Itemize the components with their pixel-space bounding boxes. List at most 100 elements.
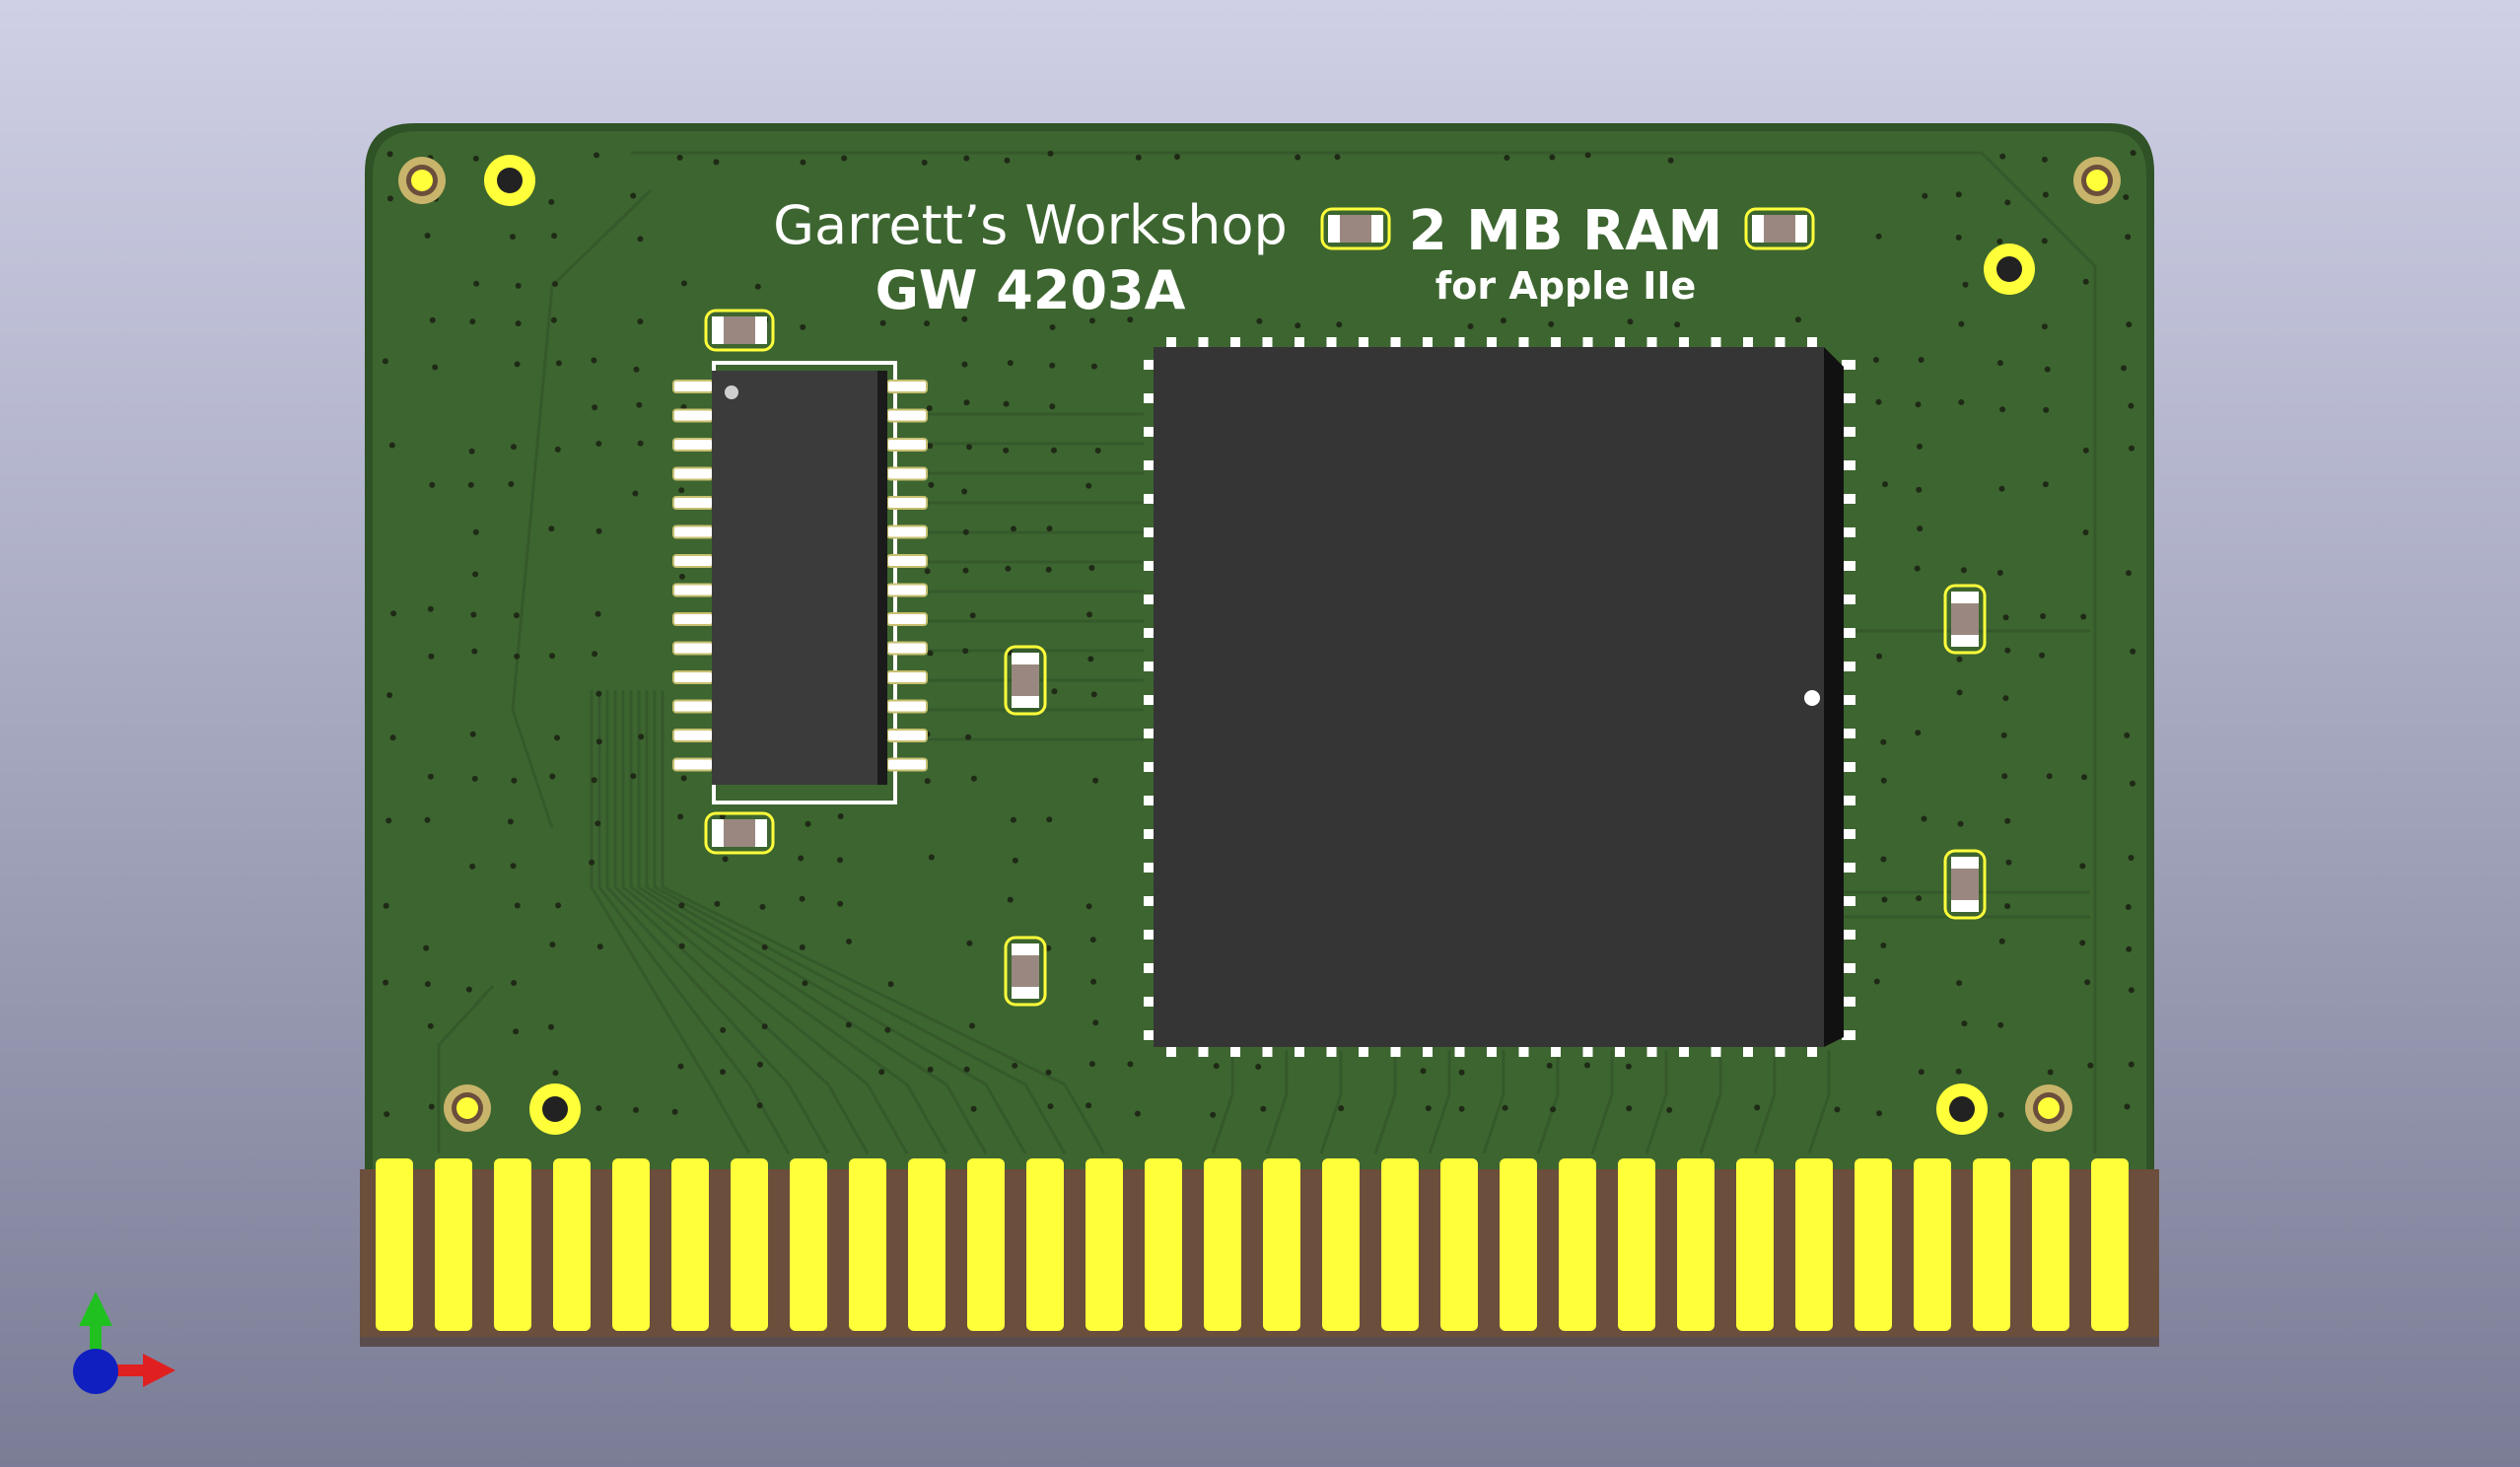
cpld-pin [1842,594,1855,604]
via [2000,732,2007,738]
via [1007,896,1014,903]
via [1004,157,1011,164]
via [549,653,555,660]
via [678,573,685,580]
via [927,443,934,450]
via [2080,613,2087,620]
via [1255,1064,1262,1070]
via [962,648,969,655]
via [508,481,515,487]
via [1090,978,1097,985]
via [2129,445,2135,452]
via [759,903,766,910]
cpld-pin [1842,1030,1855,1040]
via [390,610,397,617]
via [965,734,972,740]
via [2041,323,2048,330]
via [1880,943,1887,948]
cpld-pin [1842,393,1855,403]
via [1958,399,1965,405]
sram-pin [886,554,928,568]
edge-finger [671,1158,709,1331]
cpld-pin [1842,963,1855,973]
via [966,940,973,946]
plated-hole [529,1083,581,1135]
via [2128,987,2135,994]
x-axis-arrow [143,1354,175,1387]
via [1584,152,1591,159]
via [1918,357,1925,363]
edge-finger [731,1158,768,1331]
via [680,280,687,287]
via [966,444,972,451]
pcb-board[interactable]: Garrett’s Workshop GW 4203A 2 MB RAM for… [360,123,2159,1347]
via [1666,1106,1673,1113]
via [722,856,729,863]
capacitor-terminal [1328,215,1340,243]
edge-finger [612,1158,650,1331]
via [1955,1068,1962,1075]
via [591,357,597,364]
cpld-pin [1842,427,1855,437]
capacitor-body [1951,869,1979,900]
z-axis [73,1349,118,1394]
via [1996,360,2003,367]
via [2079,940,2086,946]
via [1998,485,2005,492]
via [921,159,928,166]
via [928,854,935,861]
via [754,283,761,290]
via [927,1066,934,1073]
via [1996,570,2003,576]
plated-hole [1936,1083,1988,1135]
via [386,692,393,699]
via [1047,150,1054,157]
via [1012,1062,1018,1069]
via [671,1108,678,1115]
via [555,360,562,367]
capacitor [704,309,775,352]
via [472,528,479,535]
via [555,902,562,909]
capacitor-body [1012,664,1039,696]
edge-finger [1145,1158,1182,1331]
via [927,650,934,657]
via [800,159,806,166]
cpld-body [1154,347,1824,1047]
3d-viewer-canvas[interactable]: Garrett’s Workshop GW 4203A 2 MB RAM for… [0,0,2520,1467]
via [1956,656,1963,663]
via [2004,647,2011,654]
sram-pin [886,496,928,510]
via [1956,980,1963,987]
cpld-chip[interactable] [1144,337,1855,1057]
capacitor-terminal [1795,215,1807,243]
edge-finger [790,1158,827,1331]
via [1625,1063,1632,1070]
edge-finger [1855,1158,1892,1331]
via [595,527,602,534]
via [720,1026,727,1033]
via [471,775,478,782]
via [1956,689,1963,696]
via [1334,154,1341,161]
via [2130,648,2136,655]
via [472,571,479,578]
edge-finger [1263,1158,1300,1331]
capacitor [1943,849,1987,920]
via [2004,903,2011,910]
via [837,813,844,819]
via [1962,281,1969,288]
capacitor-body [1340,215,1371,243]
via [554,734,560,741]
via [2126,321,2133,328]
via [1876,1110,1882,1117]
plated-hole [1984,244,2035,295]
via [963,399,970,406]
via [2082,447,2089,454]
via [1880,856,1887,863]
via [969,1022,975,1029]
cpld-pin [1842,796,1855,805]
via [473,280,480,287]
via [1504,155,1510,161]
sram-pin [672,408,714,423]
